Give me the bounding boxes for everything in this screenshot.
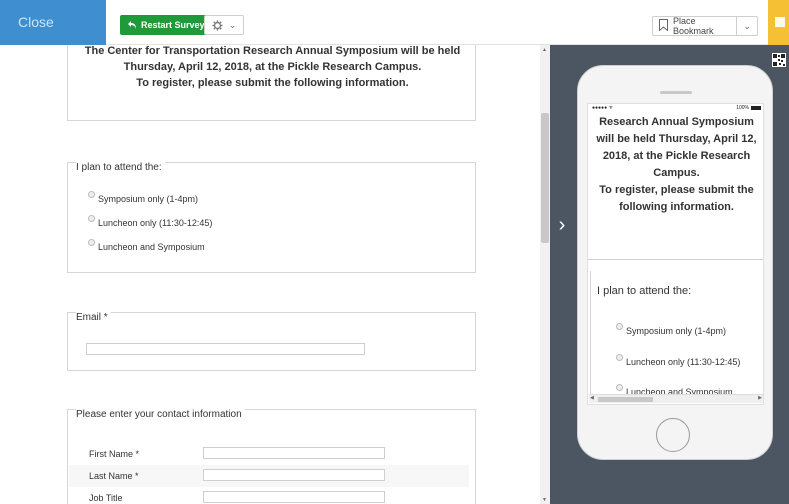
intro-line: Thursday, April 12, 2018, at the Pickle … [123, 61, 422, 73]
battery-indicator: 100% [736, 105, 761, 111]
settings-dropdown-button[interactable]: ⌄ [204, 15, 244, 35]
option-label: Symposium only (1-4pm) [98, 194, 199, 204]
intro-line: Campus. [653, 167, 700, 179]
option-label: Luncheon and Symposium [98, 242, 205, 252]
restart-arrow-icon [128, 21, 136, 29]
mobile-intro-box: Research Annual Symposium will be held T… [588, 114, 763, 260]
qr-code-icon[interactable] [772, 53, 786, 67]
radio-button[interactable] [88, 239, 95, 246]
preview-toolbar: Close Preview Restart Survey ⌄ Place Boo… [0, 0, 789, 75]
battery-percent: 100% [736, 105, 749, 111]
field-label: Job Title [89, 493, 123, 503]
restart-survey-button[interactable]: Restart Survey [120, 15, 213, 35]
phone-speaker [660, 91, 692, 94]
intro-line: will be held Thursday, April 12, [596, 133, 757, 145]
mobile-preview-pane: › ●●●●● ᯤ 100% Research Annual Symposium… [550, 45, 789, 504]
phone-screen: ●●●●● ᯤ 100% Research Annual Symposium w… [587, 103, 764, 405]
intro-line: The Center for Transportation Research A… [84, 45, 461, 57]
mobile-question-title: I plan to attend the: [597, 285, 692, 297]
first-name-row: First Name * [69, 443, 469, 465]
email-question-box: Email * [67, 312, 476, 371]
job-title-row: Job Title [69, 487, 469, 504]
mobile-horizontal-scrollbar[interactable]: ◀ ▶ [589, 394, 763, 403]
scroll-down-arrow-icon[interactable]: ▼ [542, 497, 547, 503]
survey-scrollbar[interactable]: ▲ ▼ [540, 45, 550, 504]
attend-question-title: I plan to attend the: [76, 162, 165, 173]
collapse-preview-chevron-icon[interactable]: › [550, 195, 574, 255]
email-question-title: Email * [76, 312, 111, 323]
radio-button[interactable] [616, 354, 623, 361]
scroll-right-arrow-icon[interactable]: ▶ [758, 395, 762, 401]
battery-icon [751, 105, 761, 110]
scroll-left-arrow-icon[interactable]: ◀ [590, 395, 594, 401]
gear-icon [212, 19, 223, 31]
intro-line: Research Annual Symposium [599, 116, 754, 128]
phone-home-button [656, 418, 690, 452]
contact-question-title: Please enter your contact information [76, 409, 245, 420]
contact-question-box: Please enter your contact information Fi… [67, 409, 476, 504]
attend-option[interactable]: Luncheon only (11:30-12:45) [88, 215, 213, 228]
intro-text: The Center for Transportation Research A… [68, 45, 477, 91]
scroll-up-arrow-icon[interactable]: ▲ [542, 47, 547, 53]
email-field[interactable] [86, 343, 365, 355]
last-name-row: Last Name * [69, 465, 469, 487]
option-label: Symposium only (1-4pm) [626, 326, 727, 336]
intro-line: following information. [619, 201, 734, 213]
bookmark-icon [659, 19, 668, 31]
survey-pane: The Center for Transportation Research A… [0, 45, 540, 504]
side-panel-tab[interactable] [768, 0, 789, 45]
mobile-attend-option[interactable]: Symposium only (1-4pm) [616, 323, 727, 336]
field-label: First Name * [89, 449, 140, 459]
mobile-attend-option[interactable]: Luncheon only (11:30-12:45) [616, 354, 741, 367]
option-label: Luncheon only (11:30-12:45) [626, 357, 741, 367]
scrollbar-thumb[interactable] [541, 113, 549, 243]
radio-button[interactable] [88, 191, 95, 198]
option-label: Luncheon only (11:30-12:45) [98, 218, 213, 228]
attend-option[interactable]: Luncheon and Symposium [88, 239, 205, 252]
chevron-down-icon: ⌄ [228, 19, 237, 30]
intro-line: 2018, at the Pickle Research [602, 150, 751, 162]
close-preview-button[interactable]: Close Preview [0, 0, 106, 75]
radio-button[interactable] [88, 215, 95, 222]
attend-question-box: I plan to attend the: Symposium only (1-… [67, 162, 476, 273]
first-name-field[interactable] [203, 447, 385, 459]
job-title-field[interactable] [203, 491, 385, 503]
intro-box: The Center for Transportation Research A… [67, 45, 476, 121]
phone-frame: ●●●●● ᯤ 100% Research Annual Symposium w… [577, 65, 773, 460]
radio-button[interactable] [616, 384, 623, 391]
intro-line: To register, please submit the following… [136, 77, 409, 89]
mobile-question-border [590, 271, 591, 401]
restart-survey-label: Restart Survey [141, 20, 205, 30]
mobile-intro-text: Research Annual Symposium will be held T… [588, 114, 763, 216]
signal-indicator: ●●●●● ᯤ [592, 105, 614, 111]
flag-icon [775, 17, 785, 27]
bookmark-chevron-down-icon[interactable]: ⌄ [736, 17, 757, 35]
last-name-field[interactable] [203, 469, 385, 481]
radio-button[interactable] [616, 323, 623, 330]
intro-line: To register, please submit the [599, 184, 754, 196]
place-bookmark-text: Place Bookmark [673, 16, 714, 36]
phone-status-bar: ●●●●● ᯤ 100% [588, 104, 763, 112]
place-bookmark-button[interactable]: Place Bookmark ⌄ [652, 16, 758, 36]
scrollbar-thumb[interactable] [598, 397, 653, 402]
place-bookmark-label: Place Bookmark [653, 16, 736, 36]
attend-option[interactable]: Symposium only (1-4pm) [88, 191, 199, 204]
field-label: Last Name * [89, 471, 139, 481]
